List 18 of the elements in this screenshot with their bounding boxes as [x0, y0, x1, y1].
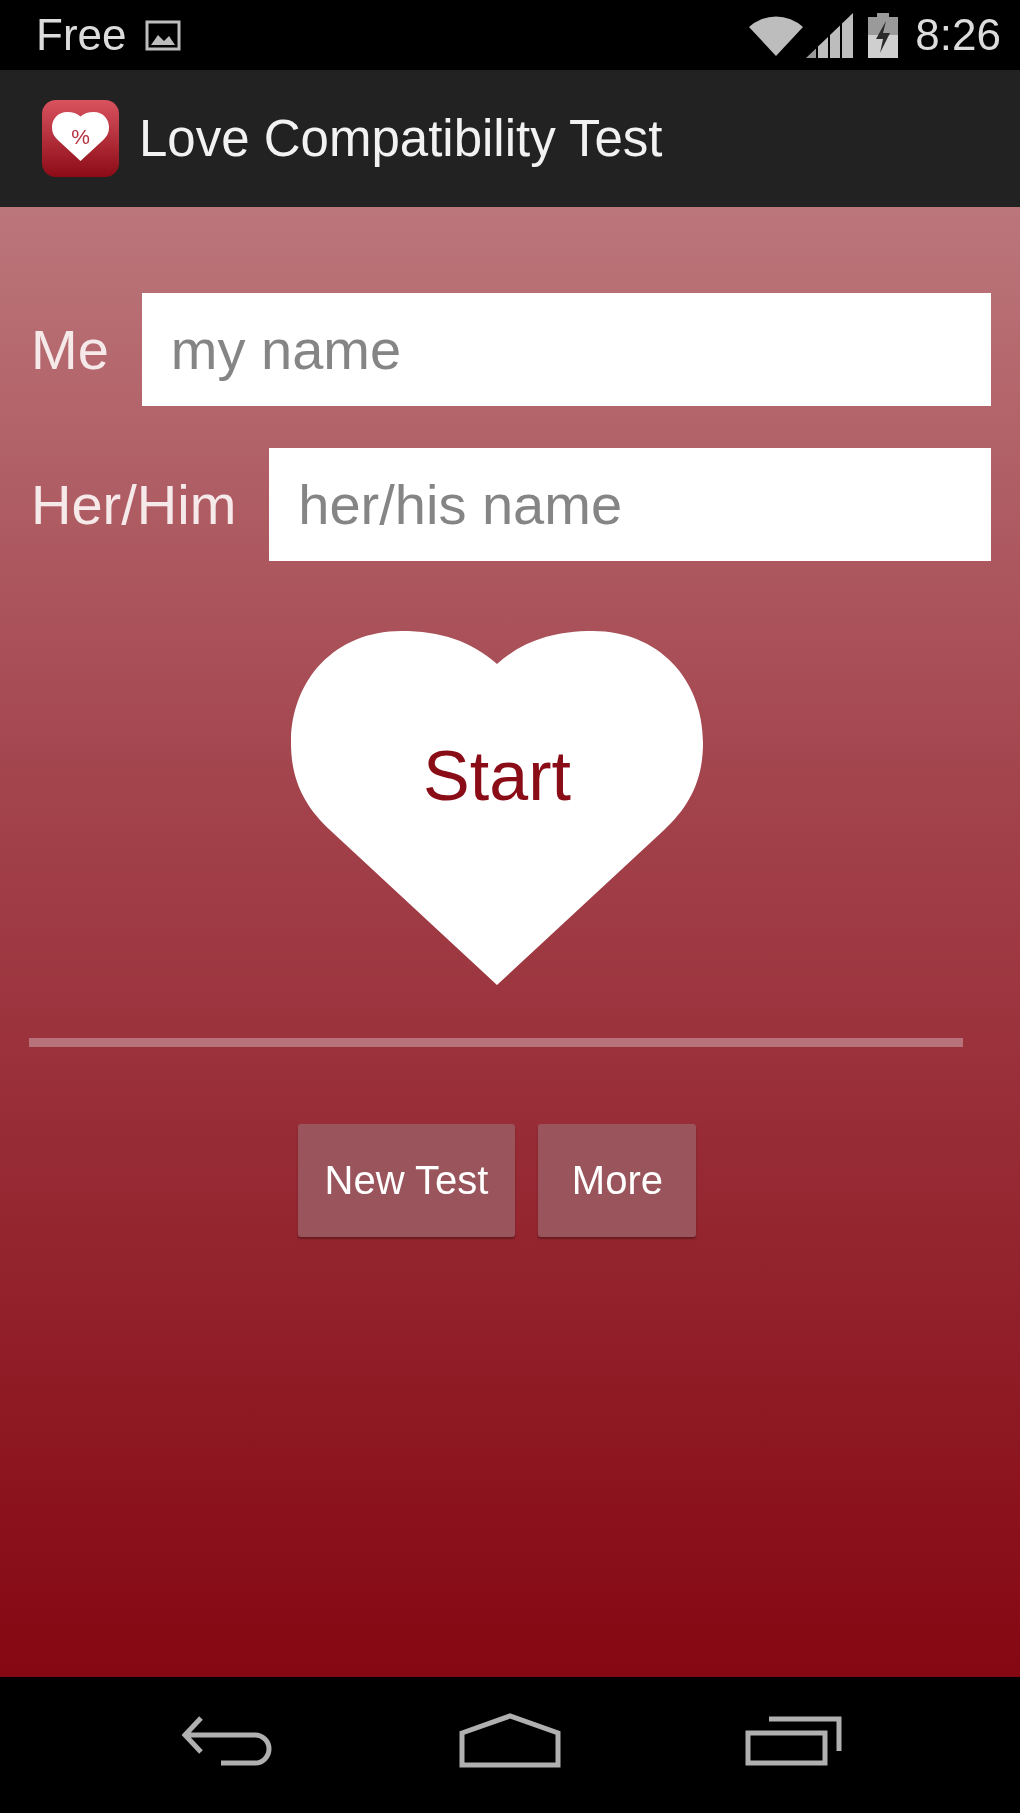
recent-apps-icon[interactable] — [745, 1714, 843, 1766]
home-icon[interactable] — [459, 1712, 561, 1768]
logo-percent-sign: % — [70, 126, 91, 147]
clock-time: 8:26 — [915, 13, 1001, 57]
action-button[interactable]: New Test — [297, 1124, 516, 1237]
action-button[interactable]: More — [538, 1124, 697, 1237]
name-input[interactable]: my name — [141, 293, 991, 406]
name-input[interactable]: her/his name — [269, 448, 991, 561]
field-label: Me — [31, 321, 109, 378]
field-label: Her/Him — [31, 476, 237, 533]
carrier-name: Free — [36, 13, 127, 57]
back-icon[interactable] — [179, 1714, 273, 1766]
signal-icon — [806, 12, 854, 58]
battery-icon — [868, 12, 899, 58]
wifi-icon — [748, 14, 805, 56]
image-icon — [145, 19, 182, 51]
heart-icon — [52, 112, 109, 161]
start-button[interactable]: Start — [291, 631, 703, 985]
